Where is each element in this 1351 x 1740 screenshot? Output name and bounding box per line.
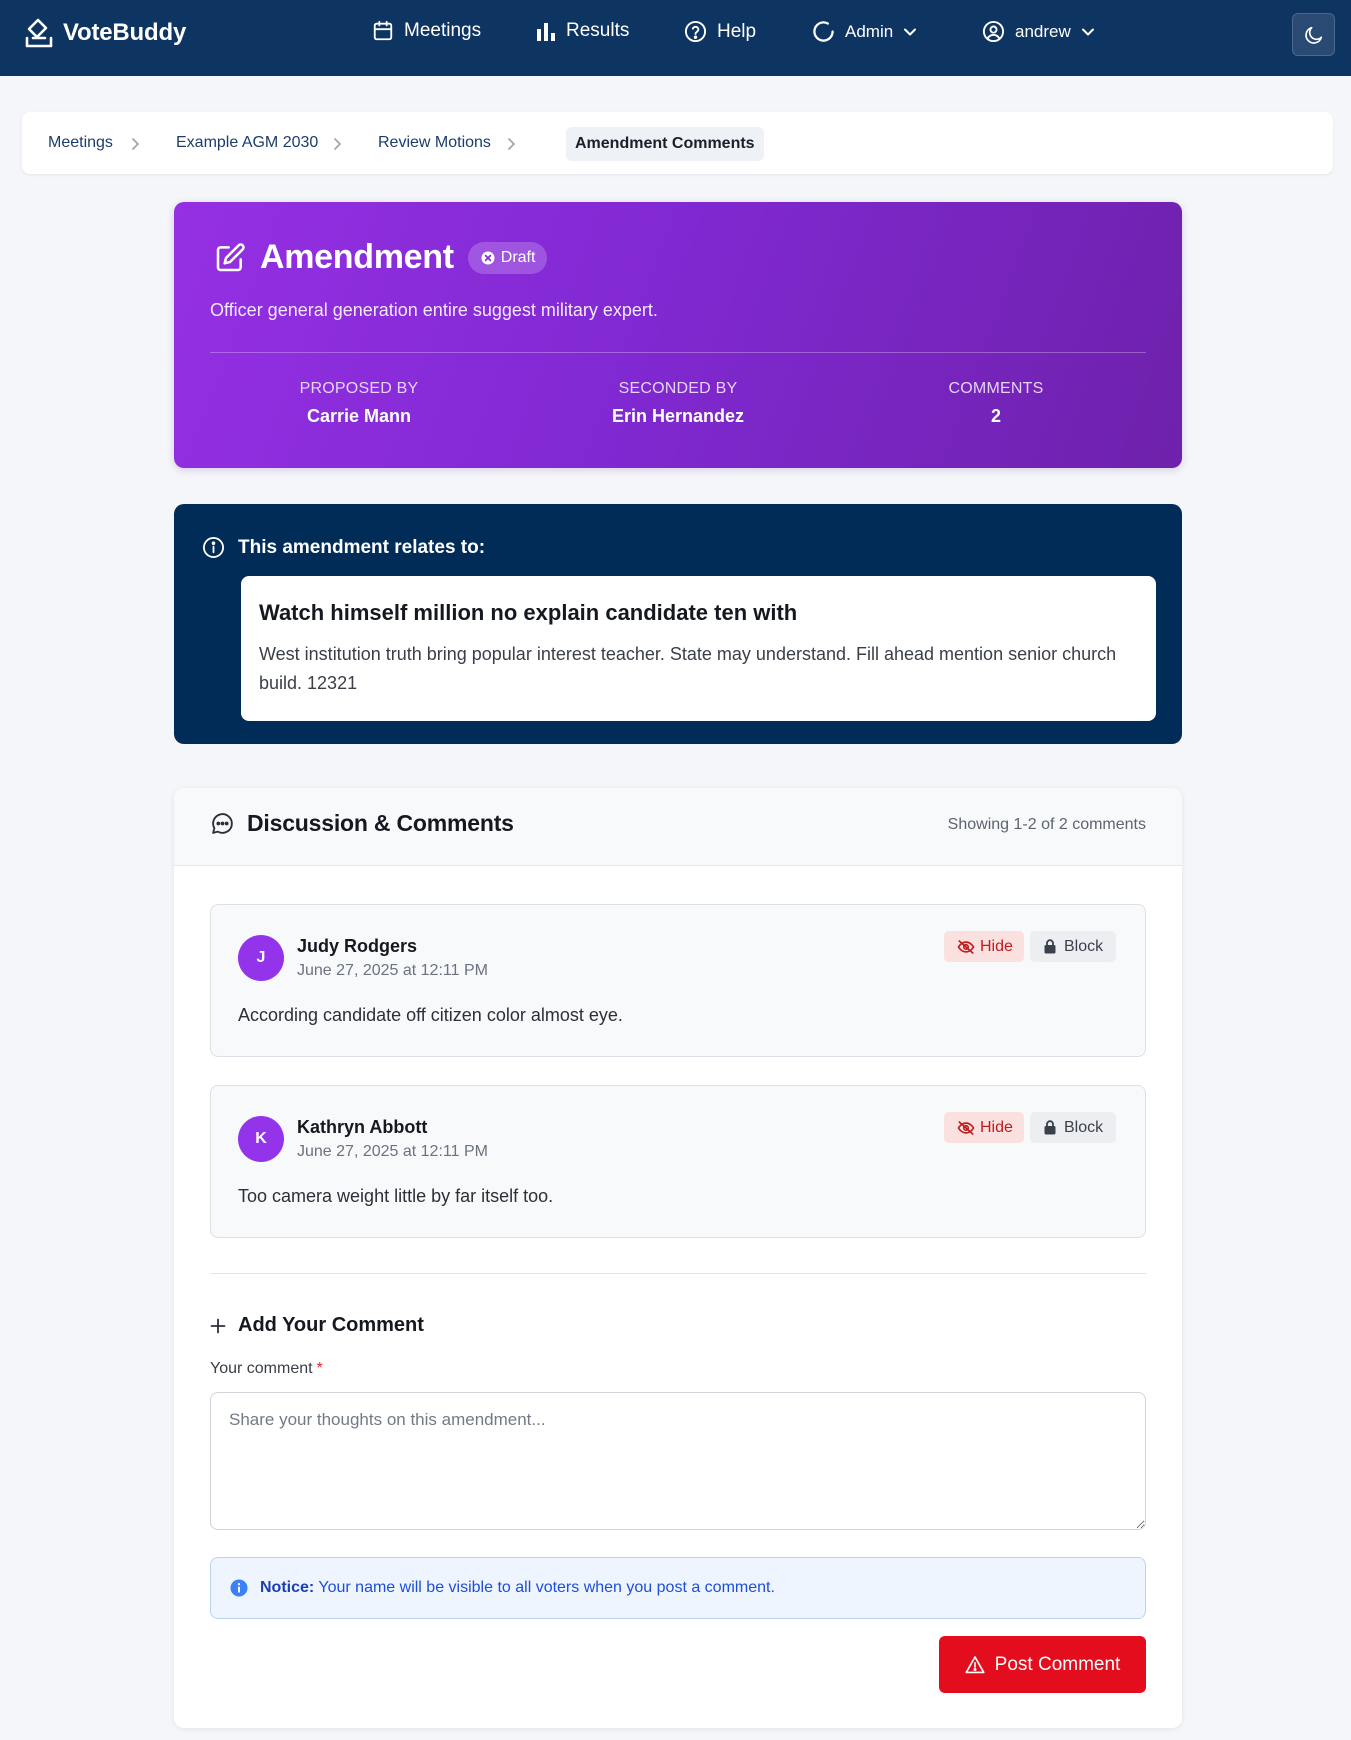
dark-mode-toggle[interactable] — [1292, 13, 1335, 56]
amendment-title: Amendment — [260, 238, 454, 276]
notice-banner: Notice: Your name will be visible to all… — [210, 1557, 1146, 1619]
discussion-header: Discussion & Comments Showing 1-2 of 2 c… — [174, 788, 1182, 866]
stat-value: 2 — [990, 406, 1001, 426]
nav-admin-dropdown[interactable]: Admin — [812, 20, 917, 43]
notice-text: Notice: Your name will be visible to all… — [260, 1579, 775, 1597]
nav-help-label: Help — [717, 20, 757, 42]
help-circle-icon — [684, 20, 707, 43]
stat-comments: COMMENTS 2 — [876, 380, 1116, 427]
comment-item: J Judy Rodgers June 27, 2025 at 12:11 PM… — [210, 904, 1146, 1057]
breadcrumb-review-motions[interactable]: Review Motions — [378, 134, 491, 152]
nav-results-label: Results — [566, 20, 630, 41]
comment-author: Kathryn Abbott — [297, 1117, 428, 1137]
eye-off-icon — [957, 939, 975, 955]
breadcrumb-meetings[interactable]: Meetings — [48, 134, 113, 152]
x-circle-icon — [481, 251, 495, 265]
user-circle-icon — [982, 20, 1005, 43]
nav-meetings[interactable]: Meetings — [372, 20, 481, 42]
hide-label: Hide — [980, 937, 1013, 955]
stat-seconded-by: SECONDED BY Erin Hernandez — [558, 380, 798, 427]
block-label: Block — [1064, 1118, 1104, 1136]
breadcrumb-meeting[interactable]: Example AGM 2030 — [176, 134, 318, 152]
notice-bold: Notice: — [260, 1579, 315, 1596]
info-circle-icon — [230, 1579, 248, 1597]
related-motion-heading: This amendment relates to: — [238, 536, 486, 558]
discussion-title: Discussion & Comments — [247, 810, 514, 836]
loader-icon — [812, 20, 835, 43]
hide-comment-button[interactable]: Hide — [944, 931, 1024, 962]
divider — [210, 1273, 1146, 1274]
stat-label: SECONDED BY — [618, 380, 738, 397]
amendment-description: Officer general generation entire sugges… — [210, 300, 658, 320]
hide-comment-button[interactable]: Hide — [944, 1112, 1024, 1143]
brand-logo-link[interactable]: VoteBuddy — [24, 17, 186, 49]
lock-icon — [1044, 1120, 1056, 1135]
comment-body: Too camera weight little by far itself t… — [238, 1186, 554, 1206]
breadcrumb-current: Amendment Comments — [566, 127, 764, 161]
warning-triangle-icon — [965, 1655, 985, 1674]
lock-icon — [1044, 939, 1056, 954]
brand-name: VoteBuddy — [63, 19, 187, 46]
stat-value: Erin Hernandez — [611, 406, 745, 426]
nav-meetings-label: Meetings — [404, 20, 482, 41]
related-motion-title: Watch himself million no explain candida… — [259, 600, 798, 625]
post-comment-label: Post Comment — [994, 1653, 1121, 1675]
nav-user-dropdown[interactable]: andrew — [982, 20, 1095, 43]
related-motion-card: This amendment relates to: Watch himself… — [174, 504, 1182, 744]
nav-user-label: andrew — [1015, 21, 1071, 41]
chevron-down-icon — [903, 25, 917, 39]
nav-admin-label: Admin — [845, 21, 894, 41]
chat-bubble-icon — [210, 811, 235, 836]
add-comment-heading: Add Your Comment — [210, 1314, 424, 1337]
chevron-right-icon — [506, 137, 516, 151]
nav-help[interactable]: Help — [684, 20, 756, 43]
eye-off-icon — [957, 1120, 975, 1136]
block-user-button[interactable]: Block — [1030, 1112, 1117, 1143]
stat-label: PROPOSED BY — [299, 380, 419, 397]
status-badge-label: Draft — [500, 248, 536, 266]
add-comment-title: Add Your Comment — [238, 1314, 424, 1336]
avatar: J — [238, 935, 284, 981]
ballot-logo-icon — [24, 17, 54, 49]
block-label: Block — [1064, 937, 1104, 955]
moon-icon — [1303, 24, 1325, 46]
breadcrumb: Meetings Example AGM 2030 Review Motions… — [22, 112, 1333, 174]
edit-icon — [214, 242, 246, 274]
divider — [210, 352, 1146, 353]
post-comment-button[interactable]: Post Comment — [939, 1636, 1146, 1693]
chevron-right-icon — [130, 137, 140, 151]
comment-body: According candidate off citizen color al… — [238, 1005, 623, 1025]
info-icon — [202, 536, 225, 559]
plus-icon — [210, 1318, 226, 1334]
comment-textarea[interactable] — [210, 1392, 1146, 1530]
stat-label: COMMENTS — [948, 380, 1044, 397]
nav-results[interactable]: Results — [536, 20, 629, 42]
required-marker: * — [316, 1360, 323, 1377]
calendar-icon — [372, 20, 394, 42]
status-badge: Draft — [467, 241, 548, 274]
bar-chart-icon — [536, 20, 556, 42]
hide-label: Hide — [980, 1118, 1013, 1136]
comment-field-label: Your comment * — [210, 1360, 323, 1378]
notice-message: Your name will be visible to all voters … — [318, 1579, 775, 1596]
avatar: K — [238, 1116, 284, 1162]
comment-field-label-text: Your comment — [210, 1360, 313, 1377]
comment-count-text: Showing 1-2 of 2 comments — [947, 816, 1146, 833]
stat-proposed-by: PROPOSED BY Carrie Mann — [239, 380, 479, 427]
related-motion-text: West institution truth bring popular int… — [259, 644, 1117, 693]
top-navbar: VoteBuddy Meetings Results Help Admin an… — [0, 0, 1351, 76]
stat-value: Carrie Mann — [306, 406, 412, 426]
comment-date: June 27, 2025 at 12:11 PM — [297, 1143, 488, 1160]
block-user-button[interactable]: Block — [1030, 931, 1117, 962]
discussion-card: Discussion & Comments Showing 1-2 of 2 c… — [174, 788, 1182, 1728]
amendment-header-card: Amendment Draft Officer general generati… — [174, 202, 1182, 468]
comment-item: K Kathryn Abbott June 27, 2025 at 12:11 … — [210, 1085, 1146, 1238]
comment-author: Judy Rodgers — [297, 936, 418, 956]
chevron-down-icon — [1081, 25, 1095, 39]
related-motion-box: Watch himself million no explain candida… — [241, 576, 1156, 721]
comment-date: June 27, 2025 at 12:11 PM — [297, 962, 488, 979]
chevron-right-icon — [332, 137, 342, 151]
